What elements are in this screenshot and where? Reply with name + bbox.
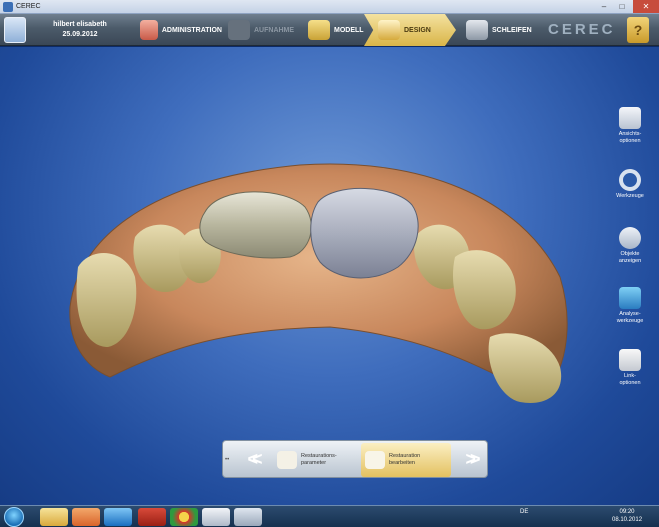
analysis-tools-icon <box>619 287 641 309</box>
chrome-icon[interactable] <box>170 508 198 526</box>
step-design[interactable]: DESIGN <box>364 14 456 46</box>
tool-link-options[interactable]: Link- optionen <box>608 349 652 387</box>
internet-explorer-icon[interactable] <box>104 508 132 526</box>
patient-info: hilbert elisabeth 25.09.2012 <box>30 14 130 46</box>
camera-icon <box>228 20 250 40</box>
menu-logo-icon[interactable] <box>4 17 26 43</box>
tool-view-options[interactable]: Ansichts- optionen <box>608 107 652 145</box>
tool-show-objects[interactable]: Objekte anzeigen <box>608 227 652 265</box>
step-modell[interactable]: MODELL <box>302 14 366 46</box>
explorer-icon[interactable] <box>40 508 68 526</box>
start-button-icon[interactable] <box>4 507 24 527</box>
phase-bar: •• << Restaurations- parameter Restaurat… <box>222 440 488 478</box>
windows-taskbar: DE 09:20 08.10.2012 <box>0 505 659 527</box>
design-viewport[interactable]: Ansichts- optionen Werkzeuge Objekte anz… <box>0 47 659 505</box>
tool-analysis[interactable]: Analyse- werkzeuge <box>608 287 652 325</box>
maximize-button[interactable]: □ <box>613 0 631 13</box>
window-titlebar: CEREC <box>0 0 659 14</box>
brand-logo: CEREC <box>548 21 616 38</box>
close-button[interactable]: ✕ <box>633 0 659 13</box>
crown-left-central-incisor <box>199 191 312 259</box>
window-title: CEREC <box>16 3 41 10</box>
step-administration[interactable]: ADMINISTRATION <box>134 14 222 46</box>
model-icon <box>308 20 330 40</box>
step-aufnahme[interactable]: AUFNAHME <box>222 14 302 46</box>
crown-parameter-icon <box>277 451 297 469</box>
design-icon <box>378 20 400 40</box>
dental-arch-model[interactable] <box>0 47 659 505</box>
app-icon <box>3 2 13 12</box>
cerec-taskbar-icon[interactable] <box>202 508 230 526</box>
app-taskbar-icon[interactable] <box>234 508 262 526</box>
phase-restauration-bearbeiten[interactable]: Restauration bearbeiten <box>361 443 451 477</box>
help-icon[interactable]: ? <box>627 17 649 43</box>
phase-bar-handle-icon[interactable]: •• <box>225 443 235 477</box>
crown-edit-icon <box>365 451 385 469</box>
step-schleifen[interactable]: SCHLEIFEN <box>460 14 540 46</box>
link-options-icon <box>619 349 641 371</box>
filezilla-icon[interactable] <box>138 508 166 526</box>
tools-ring-icon <box>619 169 641 191</box>
administration-icon <box>140 20 158 40</box>
language-indicator[interactable]: DE <box>520 509 528 515</box>
previous-step-button[interactable]: << <box>239 449 265 469</box>
workflow-header: hilbert elisabeth 25.09.2012 ADMINISTRAT… <box>0 14 659 46</box>
phase-restaurationsparameter[interactable]: Restaurations- parameter <box>273 443 355 477</box>
milling-unit-icon <box>466 20 488 40</box>
next-step-button[interactable]: >> <box>457 449 483 469</box>
taskbar-clock[interactable]: 09:20 08.10.2012 <box>612 508 642 524</box>
patient-date: 25.09.2012 <box>62 31 98 38</box>
tool-werkzeuge[interactable]: Werkzeuge <box>608 169 652 200</box>
minimize-button[interactable]: – <box>595 0 613 13</box>
show-objects-icon <box>619 227 641 249</box>
media-player-icon[interactable] <box>72 508 100 526</box>
view-options-icon <box>619 107 641 129</box>
patient-name: hilbert elisabeth <box>53 21 107 28</box>
